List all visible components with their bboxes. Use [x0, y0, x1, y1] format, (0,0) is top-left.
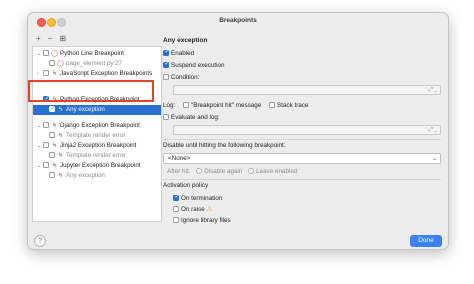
checkbox[interactable] — [49, 132, 55, 138]
details-heading: Any exception — [163, 37, 208, 44]
enabled-checkbox-row[interactable]: Enabled — [163, 48, 195, 58]
disable-again-radio[interactable] — [196, 168, 203, 174]
suspend-checkbox[interactable] — [163, 60, 170, 69]
leave-enabled-radio[interactable] — [248, 168, 255, 174]
condition-label: Condition: — [171, 74, 200, 81]
evaluate-log-checkbox[interactable] — [163, 114, 169, 120]
lightning-icon: ϟ — [58, 153, 63, 159]
checkbox[interactable] — [43, 162, 49, 168]
checkbox[interactable] — [49, 172, 55, 178]
on-raise-checkbox[interactable] — [173, 206, 179, 212]
stack-trace-checkbox[interactable] — [269, 102, 276, 108]
disable-again-label: Disable again — [204, 168, 243, 175]
condition-checkbox[interactable] — [163, 74, 169, 80]
ignore-library-checkbox[interactable] — [173, 217, 179, 223]
tree-row-jupyter-exception[interactable]: ⌄ ϟ Jupyter Exception Breakpoint — [33, 161, 161, 171]
expand-icon[interactable]: ⤢ ⌄ — [428, 127, 437, 134]
tree-row-page-element[interactable]: ◯ page_element.py:27 — [33, 59, 161, 69]
checkbox[interactable] — [49, 152, 55, 158]
lightning-icon: ϟ — [52, 71, 57, 77]
breakpoint-tree: ⌄ ◯ Python Line Breakpoint ◯ page_element.p… — [32, 46, 162, 222]
lightning-icon: ϟ — [58, 173, 63, 179]
stack-trace-label: Stack trace — [277, 102, 309, 109]
disable-until-label: Disable until hitting the following brea… — [163, 142, 286, 149]
tree-item-label: Django Exception Breakpoint — [60, 122, 140, 129]
warning-icon: ⚠ — [206, 206, 213, 213]
on-termination-row[interactable]: On termination — [173, 193, 223, 203]
evaluate-log-row[interactable]: Evaluate and log: — [163, 113, 220, 122]
divider — [163, 139, 441, 140]
on-raise-row[interactable]: On raise ⚠ — [173, 205, 212, 214]
breakpoints-window: Breakpoints + − ⊞ ⌄ ◯ Python Line Breakpoi… — [27, 12, 449, 250]
checkbox[interactable] — [43, 122, 49, 128]
lightning-icon: ϟ — [52, 123, 57, 129]
condition-field[interactable]: ⤢ ⌄ — [173, 85, 441, 95]
tree-row-django-template-error[interactable]: ϟ Template render error — [33, 131, 161, 141]
log-row: Log: "Breakpoint hit" message Stack trac… — [163, 101, 309, 110]
suspend-checkbox-row[interactable]: Suspend execution — [163, 60, 225, 70]
tree-item-label: Template render error — [66, 152, 126, 159]
breakpoint-hit-checkbox[interactable] — [183, 102, 190, 108]
evaluate-log-label: Evaluate and log: — [171, 114, 220, 121]
checkbox[interactable] — [43, 50, 49, 56]
checkbox[interactable] — [43, 70, 49, 76]
tree-row-jinja2-exception[interactable]: ⌄ ϟ Jinja2 Exception Breakpoint — [33, 141, 161, 151]
done-button[interactable]: Done — [410, 235, 442, 247]
tree-row-django-exception[interactable]: ⌄ ϟ Django Exception Breakpoint — [33, 121, 161, 131]
tree-item-label: Template render error — [66, 132, 126, 139]
tree-item-label: Jupyter Exception Breakpoint — [60, 162, 141, 169]
ignore-library-label: Ignore library files — [181, 217, 231, 224]
disable-until-value: <None> — [168, 155, 191, 162]
tree-row-jinja2-template-error[interactable]: ϟ Template render error — [33, 151, 161, 161]
on-raise-label: On raise — [181, 206, 205, 213]
tree-item-label: Python Line Breakpoint — [60, 50, 124, 57]
chevron-down-icon: ⌄ — [432, 156, 437, 162]
tree-row-javascript-exception[interactable]: › ϟ JavaScript Exception Breakpoints — [33, 69, 161, 79]
checkbox[interactable] — [49, 104, 56, 114]
enabled-checkbox[interactable] — [163, 48, 170, 57]
breakpoint-dot-icon: ◯ — [51, 51, 58, 57]
help-button[interactable]: ? — [34, 235, 46, 247]
tree-item-label: Any exception — [66, 106, 105, 113]
window-title: Breakpoints — [219, 17, 257, 24]
expand-icon[interactable]: ⤢ ⌄ — [428, 87, 437, 94]
tree-item-label: JavaScript Exception Breakpoints — [60, 70, 153, 77]
after-hit-label: After hit: — [167, 168, 191, 175]
divider — [163, 179, 441, 180]
tree-row-any-exception-selected[interactable]: ϟAny exception — [33, 104, 161, 115]
activation-policy-label: Activation policy — [163, 182, 209, 189]
log-label: Log: — [163, 102, 176, 109]
title-bar: Breakpoints — [28, 13, 448, 30]
tree-item-label: Any exception — [66, 172, 105, 179]
disable-until-select[interactable]: <None> ⌄ — [163, 153, 441, 164]
enabled-label: Enabled — [171, 50, 195, 57]
on-termination-checkbox[interactable] — [173, 193, 180, 202]
tree-row-jupyter-any-exception[interactable]: ϟ Any exception — [33, 171, 161, 181]
lightning-icon: ϟ — [52, 163, 57, 169]
tree-item-label: page_element.py:27 — [66, 60, 123, 67]
on-termination-label: On termination — [181, 195, 223, 202]
checkbox[interactable] — [49, 60, 55, 66]
breakpoint-dot-icon: ◯ — [57, 61, 64, 67]
lightning-icon: ϟ — [52, 143, 57, 149]
after-hit-row: After hit: Disable again Leave enabled — [167, 167, 297, 176]
evaluate-log-field[interactable]: ⤢ ⌄ — [173, 125, 441, 135]
lightning-icon: ϟ — [58, 107, 63, 113]
ignore-library-row[interactable]: Ignore library files — [173, 216, 231, 225]
remove-breakpoint-button[interactable]: − — [48, 34, 53, 44]
highlight-box — [28, 80, 154, 102]
breakpoint-hit-label: "Breakpoint hit" message — [191, 102, 262, 109]
tree-item-label: Jinja2 Exception Breakpoint — [60, 142, 137, 149]
tree-toolbar: + − ⊞ — [36, 34, 66, 44]
leave-enabled-label: Leave enabled — [256, 168, 298, 175]
checkbox[interactable] — [43, 142, 49, 148]
condition-checkbox-row[interactable]: Condition: — [163, 73, 199, 82]
lightning-icon: ϟ — [58, 133, 63, 139]
add-breakpoint-button[interactable]: + — [36, 34, 41, 44]
tree-row-python-line[interactable]: ⌄ ◯ Python Line Breakpoint — [33, 49, 161, 59]
group-icon[interactable]: ⊞ — [59, 34, 66, 44]
suspend-label: Suspend execution — [171, 62, 225, 69]
